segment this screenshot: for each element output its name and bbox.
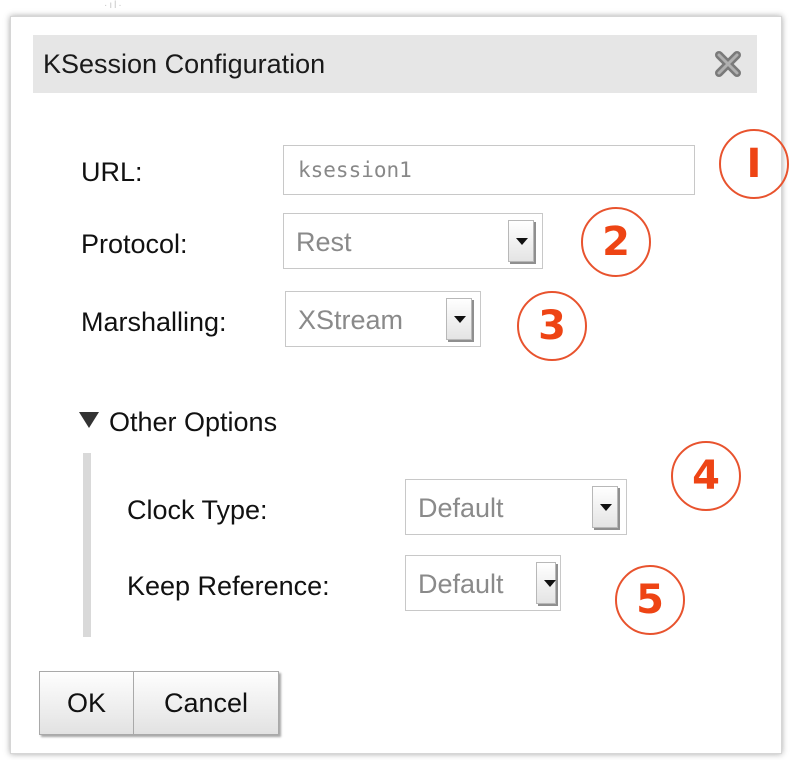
keep-reference-select[interactable]: Default <box>405 555 561 611</box>
marshalling-label: Marshalling: <box>81 307 227 337</box>
dialog-button-bar: OK Cancel <box>39 671 279 735</box>
chevron-down-icon[interactable] <box>508 220 534 262</box>
protocol-label: Protocol: <box>81 229 188 259</box>
url-label: URL: <box>81 157 143 187</box>
keep-reference-label: Keep Reference: <box>127 571 330 601</box>
chevron-down-icon[interactable] <box>446 298 472 340</box>
other-options-label: Other Options <box>109 407 278 437</box>
ksession-configuration-dialog: KSession Configuration URL: Protocol: Re… <box>10 16 789 754</box>
marshalling-select[interactable]: XStream <box>285 291 481 347</box>
protocol-selected-value: Rest <box>296 227 352 257</box>
chevron-down-icon[interactable] <box>592 486 618 528</box>
triangle-down-icon <box>79 412 99 428</box>
url-input[interactable] <box>283 145 695 195</box>
chevron-down-icon[interactable] <box>536 562 556 604</box>
callout-4: 4 <box>671 441 741 511</box>
protocol-select[interactable]: Rest <box>283 213 543 269</box>
callout-5: 5 <box>615 565 685 635</box>
callout-2: 2 <box>581 207 651 277</box>
keep-reference-selected-value: Default <box>418 569 504 599</box>
dialog-title: KSession Configuration <box>43 49 326 79</box>
resize-grip-icon: ·ıl· <box>104 0 124 11</box>
marshalling-selected-value: XStream <box>298 305 404 335</box>
ok-button[interactable]: OK <box>40 672 134 734</box>
other-options-toggle[interactable]: Other Options <box>79 407 277 438</box>
clock-type-label: Clock Type: <box>127 495 268 525</box>
close-icon[interactable] <box>711 47 745 81</box>
callout-3: 3 <box>517 291 587 361</box>
section-divider <box>83 453 91 637</box>
clock-type-selected-value: Default <box>418 493 504 523</box>
clock-type-select[interactable]: Default <box>405 479 627 535</box>
dialog-titlebar[interactable]: KSession Configuration <box>33 35 757 93</box>
callout-1: I <box>719 129 789 199</box>
cancel-button[interactable]: Cancel <box>134 672 278 734</box>
